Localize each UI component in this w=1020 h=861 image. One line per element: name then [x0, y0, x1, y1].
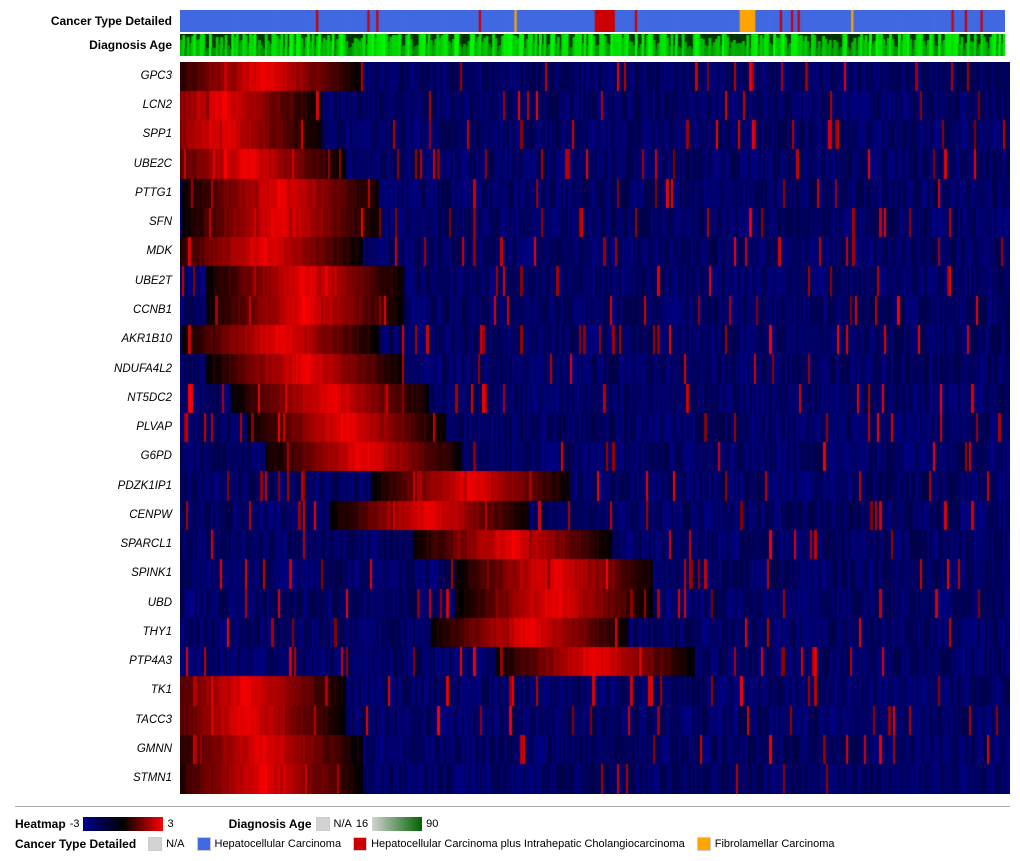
cancer-hcc-item: Hepatocellular Carcinoma — [197, 837, 342, 851]
annotation-tracks: Cancer Type Detailed Diagnosis Age — [180, 10, 1005, 58]
gene-label-g6pd: G6PD — [5, 451, 172, 463]
gene-label-lcn2: LCN2 — [5, 100, 172, 112]
gene-label-gpc3: GPC3 — [5, 71, 172, 83]
gene-label-nt5dc2: NT5DC2 — [5, 393, 172, 405]
cancer-hcc-label: Hepatocellular Carcinoma — [215, 838, 342, 850]
gene-label-plvap: PLVAP — [5, 422, 172, 434]
heatmap-legend: Heatmap -3 3 — [15, 817, 174, 831]
cancer-legend-row: Cancer Type Detailed N/A Hepatocellular … — [15, 837, 1010, 851]
gene-label-tacc3: TACC3 — [5, 715, 172, 727]
gene-label-ubd: UBD — [5, 598, 172, 610]
diagnosis-age-canvas — [180, 34, 1005, 56]
age-max: 90 — [426, 818, 438, 830]
gene-label-ube2t: UBE2T — [5, 276, 172, 288]
gene-label-ube2c: UBE2C — [5, 159, 172, 171]
cancer-hcc-plus-color — [353, 837, 367, 851]
cancer-na-item: N/A — [148, 837, 184, 851]
gene-label-akr1b10: AKR1B10 — [5, 334, 172, 346]
heatmap-wrapper: GPC3 LCN2 SPP1 UBE2C PTTG1 SFN MDK UBE2T CCNB1 AK… — [5, 62, 1010, 794]
diagnosis-age-row: Diagnosis Age — [180, 34, 1005, 56]
cancer-type-canvas — [180, 10, 1005, 32]
gene-label-pttg1: PTTG1 — [5, 188, 172, 200]
cancer-hcc-color — [197, 837, 211, 851]
gene-label-tk1: TK1 — [5, 685, 172, 697]
age-na-item: N/A — [316, 817, 352, 831]
diagnosis-age-label: Diagnosis Age — [5, 38, 180, 52]
gene-label-stmn1: STMN1 — [5, 773, 172, 785]
cancer-type-track — [180, 10, 1005, 32]
heatmap-min: -3 — [70, 818, 80, 830]
age-legend-gradient — [372, 817, 422, 831]
cancer-hcc-plus-item: Hepatocellular Carcinoma plus Intrahepat… — [353, 837, 685, 851]
diagnosis-age-track — [180, 34, 1005, 56]
gene-label-cenpw: CENPW — [5, 510, 172, 522]
age-legend: Diagnosis Age N/A 16 90 — [229, 817, 439, 831]
cancer-na-color — [148, 837, 162, 851]
gene-label-sparcl1: SPARCL1 — [5, 539, 172, 551]
cancer-type-row: Cancer Type Detailed — [180, 10, 1005, 32]
cancer-fibro-label: Fibrolamellar Carcinoma — [715, 838, 835, 850]
gene-label-spp1: SPP1 — [5, 129, 172, 141]
cancer-fibro-color — [697, 837, 711, 851]
cancer-hcc-plus-label: Hepatocellular Carcinoma plus Intrahepat… — [371, 838, 685, 850]
legend-row-1: Heatmap -3 3 Diagnosis Age N/A 16 90 — [15, 817, 1010, 831]
cancer-legend-title: Cancer Type Detailed — [15, 837, 136, 851]
gene-label-ptp4a3: PTP4A3 — [5, 656, 172, 668]
legend-area: Heatmap -3 3 Diagnosis Age N/A 16 90 Can… — [5, 802, 1010, 851]
heatmap-legend-gradient — [83, 817, 163, 831]
gene-label-gmnn: GMNN — [5, 744, 172, 756]
gene-label-ndufa4l2: NDUFA4L2 — [5, 364, 172, 376]
gene-label-sfn: SFN — [5, 217, 172, 229]
age-na-color — [316, 817, 330, 831]
gene-label-ccnb1: CCNB1 — [5, 305, 172, 317]
age-legend-title: Diagnosis Age — [229, 817, 312, 831]
main-container: Cancer Type Detailed Diagnosis Age GPC3 L… — [0, 0, 1020, 861]
cancer-type-label: Cancer Type Detailed — [5, 14, 180, 28]
divider — [15, 806, 1010, 807]
gene-label-mdk: MDK — [5, 246, 172, 258]
heatmap-legend-title: Heatmap — [15, 817, 66, 831]
gene-labels: GPC3 LCN2 SPP1 UBE2C PTTG1 SFN MDK UBE2T CCNB1 AK… — [5, 62, 180, 794]
heatmap-canvas-wrapper — [180, 62, 1010, 794]
cancer-na-label: N/A — [166, 838, 184, 850]
age-min: 16 — [356, 818, 368, 830]
heatmap-max: 3 — [167, 818, 173, 830]
gene-label-pdzk1ip1: PDZK1IP1 — [5, 481, 172, 493]
age-na-label: N/A — [334, 818, 352, 830]
heatmap-canvas — [180, 62, 1010, 794]
gene-label-thy1: THY1 — [5, 627, 172, 639]
gene-label-spink1: SPINK1 — [5, 568, 172, 580]
cancer-fibro-item: Fibrolamellar Carcinoma — [697, 837, 835, 851]
